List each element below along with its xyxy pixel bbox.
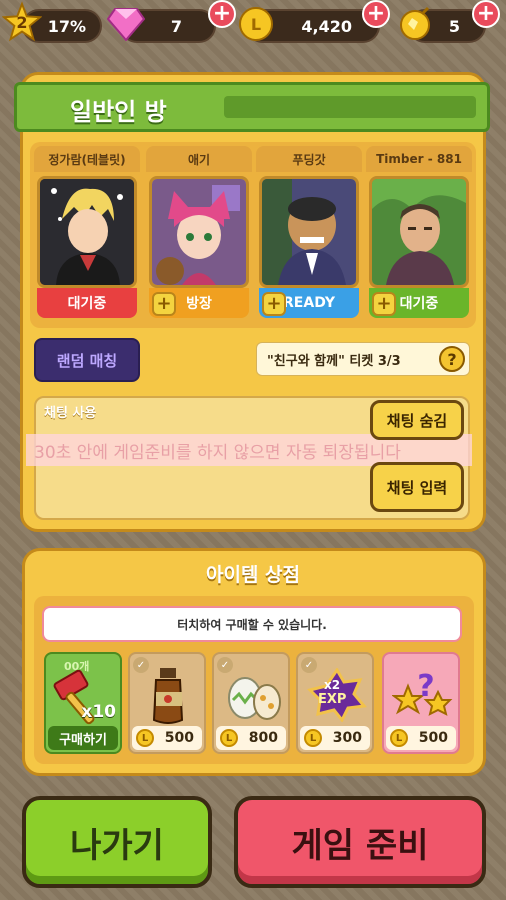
coin-icon: L xyxy=(390,729,408,747)
svg-text:L: L xyxy=(251,15,261,34)
game-ready-button[interactable]: 게임 준비 xyxy=(234,796,486,888)
add-gems-button[interactable]: + xyxy=(208,0,236,28)
player-avatar xyxy=(37,176,137,288)
add-friend-icon[interactable]: + xyxy=(372,292,396,316)
player-avatar xyxy=(369,176,469,288)
add-hearts-button[interactable]: + xyxy=(472,0,500,28)
player-slot-3[interactable]: 푸딩갓 READY + xyxy=(256,146,362,322)
player-name: Timber - 881 xyxy=(366,146,472,172)
friend-ticket-info: "친구와 함께" 티켓 3/3 ? xyxy=(256,342,470,376)
item-multiplier: x10 xyxy=(81,702,116,722)
item-price: L 300 xyxy=(300,726,370,750)
player-avatar xyxy=(149,176,249,288)
shop-item-eggs[interactable]: ✓ L 800 xyxy=(212,652,290,754)
room-title: 일반인 방 xyxy=(70,98,167,126)
level-number: 2 xyxy=(16,12,28,32)
gem-icon xyxy=(106,4,146,44)
player-slot-2[interactable]: 애기 방장 + xyxy=(146,146,252,322)
add-coins-button[interactable]: + xyxy=(362,0,390,28)
item-price: L 500 xyxy=(132,726,202,750)
player-avatar xyxy=(259,176,359,288)
chat-hide-button[interactable]: 채팅 숨김 xyxy=(370,400,464,440)
price-value: 800 xyxy=(248,730,278,746)
potion-icon xyxy=(152,668,184,724)
level-star-icon: 2 xyxy=(2,1,42,42)
chat-label: 채팅 사용 xyxy=(44,406,97,421)
chat-notice: 30초 안에 게임준비를 하지 않으면 자동 퇴장됩니다 xyxy=(34,443,401,463)
item-price: L 500 xyxy=(386,726,456,750)
top-bar: 17% 2 7 + 4,420 L + 5 + xyxy=(0,0,506,54)
shop-item-potion[interactable]: ✓ L 500 xyxy=(128,652,206,754)
mystery-stars-icon: ? xyxy=(392,669,453,716)
coin-icon: L xyxy=(304,729,322,747)
shop-item-hammer[interactable]: 00개 x10 구매하기 xyxy=(44,652,122,754)
chat-input-button[interactable]: 채팅 입력 xyxy=(370,462,464,512)
random-match-button[interactable]: 랜덤 매칭 xyxy=(34,338,140,382)
shop-title: 아이템 상점 xyxy=(205,564,300,586)
add-friend-icon[interactable]: + xyxy=(152,292,176,316)
player-slot-4[interactable]: Timber - 881 대기중 + xyxy=(366,146,472,322)
player-name: 정가람(테블릿) xyxy=(34,146,140,172)
ticket-text: "친구와 함께" 티켓 3/3 xyxy=(267,353,401,369)
room-name-field xyxy=(224,96,476,118)
heart-count: 5 xyxy=(448,16,460,36)
price-value: 500 xyxy=(164,730,194,746)
player-name: 애기 xyxy=(146,146,252,172)
player-slot-1[interactable]: 정가람(테블릿) 대기중 xyxy=(34,146,140,322)
player-status: 대기중 xyxy=(37,288,137,318)
exp-label: EXP xyxy=(318,692,347,707)
price-value: 300 xyxy=(332,730,362,746)
price-value: 500 xyxy=(418,730,448,746)
player-name: 푸딩갓 xyxy=(256,146,362,172)
help-icon[interactable]: ? xyxy=(439,346,465,372)
add-friend-icon[interactable]: + xyxy=(262,292,286,316)
eggs-icon xyxy=(228,677,281,720)
shop-item-mystery[interactable]: ? L 500 xyxy=(382,652,460,754)
coin-icon: L xyxy=(236,4,276,44)
buy-button[interactable]: 구매하기 xyxy=(48,726,118,750)
level-percent: 17% xyxy=(47,16,86,36)
bomb-icon xyxy=(396,4,436,44)
item-price: L 800 xyxy=(216,726,286,750)
coin-icon: L xyxy=(136,729,154,747)
coin-icon: L xyxy=(220,729,238,747)
shop-item-exp-boost[interactable]: ✓ x2 EXP L 300 xyxy=(296,652,374,754)
check-icon: ✓ xyxy=(133,657,149,673)
shop-notice: 터치하여 구매할 수 있습니다. xyxy=(42,606,462,642)
exp-multiplier: x2 xyxy=(324,678,341,692)
svg-text:?: ? xyxy=(417,669,434,704)
gem-count: 7 xyxy=(170,16,182,36)
coin-count: 4,420 xyxy=(301,16,352,36)
exit-button[interactable]: 나가기 xyxy=(22,796,212,888)
